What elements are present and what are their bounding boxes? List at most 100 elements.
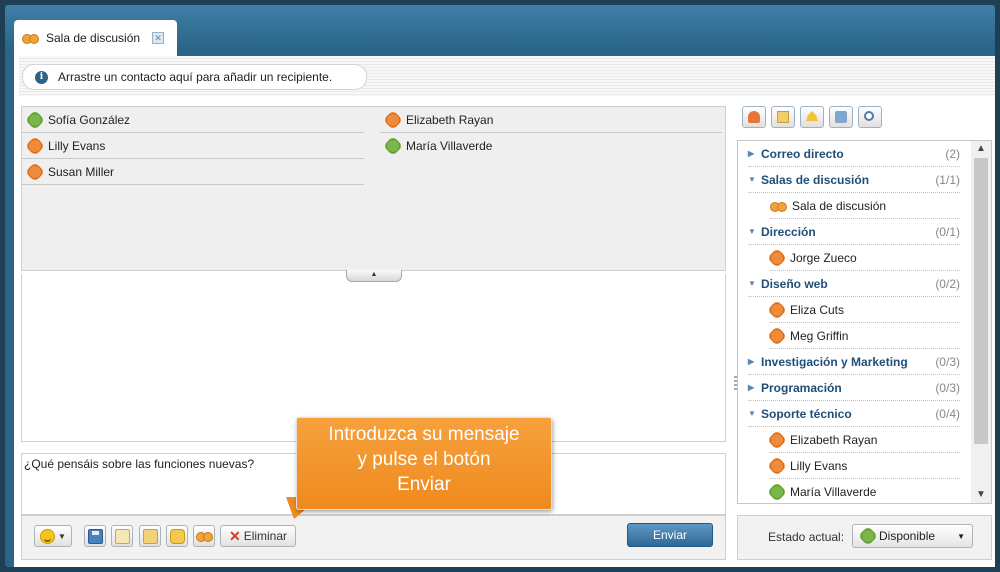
contact-name: Jorge Zueco — [790, 250, 857, 265]
search-icon — [864, 111, 874, 121]
recipient-name: Lilly Evans — [48, 138, 106, 153]
chevron-down-icon: ▼ — [957, 531, 965, 541]
main-content: i Arrastre un contacto aquí para añadir … — [14, 56, 995, 567]
instruction-callout: Introduzca su mensaje y pulse el botón E… — [296, 417, 552, 510]
group-count: (0/3) — [935, 380, 960, 395]
emoticon-button[interactable]: ▼ — [34, 525, 72, 547]
recipient-item[interactable]: Elizabeth Rayan — [380, 107, 722, 133]
group-count: (0/2) — [935, 276, 960, 291]
expand-arrow-icon: ▶ — [748, 357, 755, 366]
send-button[interactable]: Enviar — [627, 523, 713, 547]
list-item[interactable]: Sala de discusión — [770, 193, 960, 219]
group-label: Soporte técnico — [761, 406, 852, 421]
attach-file-button[interactable] — [139, 525, 161, 547]
recipient-item[interactable]: Lilly Evans — [22, 133, 364, 159]
file-icon — [142, 528, 158, 544]
list-item[interactable]: Elizabeth Rayan — [770, 427, 960, 453]
available-status-icon — [770, 485, 784, 499]
collapse-arrow-icon: ▼ — [748, 279, 756, 288]
collapse-arrow-icon: ▼ — [748, 175, 756, 184]
notifications-button[interactable] — [800, 106, 824, 128]
group-programacion[interactable]: ▶ Programación (0/3) — [748, 375, 960, 401]
list-item[interactable]: Jorge Zueco — [770, 245, 960, 271]
recipients-panel[interactable]: Sofía González Elizabeth Rayan Lilly Eva… — [21, 106, 726, 271]
scroll-thumb[interactable] — [974, 158, 988, 444]
scroll-down-icon[interactable]: ▼ — [971, 487, 991, 503]
list-item[interactable]: Eliza Cuts — [770, 297, 960, 323]
smiley-icon — [40, 528, 56, 544]
recipient-item[interactable]: Susan Miller — [22, 159, 364, 185]
away-status-icon — [770, 459, 784, 473]
away-status-icon — [770, 433, 784, 447]
group-soporte-tecnico[interactable]: ▼ Soporte técnico (0/4) — [748, 401, 960, 427]
delete-label: Eliminar — [243, 529, 288, 543]
available-status-icon — [28, 113, 42, 127]
callout-line: Introduzca su mensaje — [328, 424, 520, 445]
chat-room-icon — [22, 31, 39, 45]
status-value: Disponible — [879, 529, 936, 543]
away-status-icon — [770, 303, 784, 317]
callout-line: y pulse el botón — [357, 449, 491, 470]
group-salas-de-discusion[interactable]: ▼ Salas de discusión (1/1) — [748, 167, 960, 193]
group-label: Salas de discusión — [761, 172, 870, 187]
info-icon: i — [35, 70, 48, 84]
address-book-button[interactable] — [771, 106, 795, 128]
status-select[interactable]: Disponible ▼ — [852, 524, 973, 548]
search-button[interactable] — [858, 106, 882, 128]
expand-arrow-icon: ▶ — [748, 149, 755, 158]
contacts-scrollbar[interactable]: ▲ ▼ — [971, 141, 991, 503]
speech-bubbles-icon — [169, 528, 185, 544]
recipient-item[interactable]: Sofía González — [22, 107, 364, 133]
callout-line: Enviar — [397, 474, 451, 495]
away-status-icon — [28, 165, 42, 179]
contacts-tree[interactable]: ▶ Correo directo (2) ▼ Salas de discusió… — [737, 140, 992, 504]
group-investigacion-marketing[interactable]: ▶ Investigación y Marketing (0/3) — [748, 349, 960, 375]
away-status-icon — [770, 251, 784, 265]
contact-name: Sala de discusión — [792, 198, 887, 213]
recipient-item[interactable]: María Villaverde — [380, 133, 722, 159]
chat-icon — [835, 111, 847, 123]
contact-name: Eliza Cuts — [790, 302, 845, 317]
recipient-name: Sofía González — [48, 112, 131, 127]
group-count: (0/3) — [935, 354, 960, 369]
collapse-arrow-icon: ▼ — [748, 227, 756, 236]
contact-name: Elizabeth Rayan — [790, 432, 878, 447]
group-button[interactable] — [193, 525, 215, 547]
address-book-icon — [777, 111, 789, 123]
recipient-name: Elizabeth Rayan — [406, 112, 494, 127]
away-status-icon — [386, 113, 400, 127]
conversations-button[interactable] — [166, 525, 188, 547]
group-label: Diseño web — [761, 276, 828, 291]
group-diseno-web[interactable]: ▼ Diseño web (0/2) — [748, 271, 960, 297]
list-item[interactable]: María Villaverde — [770, 479, 960, 503]
available-status-icon — [861, 529, 875, 543]
group-correo-directo[interactable]: ▶ Correo directo (2) — [748, 141, 960, 167]
window-frame: Sala de discusión ✕ i Arrastre un contac… — [5, 5, 995, 567]
collapse-recipients-button[interactable]: ▲ — [346, 270, 402, 282]
tab-chat-room[interactable]: Sala de discusión ✕ — [14, 20, 177, 56]
chat-button[interactable] — [829, 106, 853, 128]
expand-arrow-icon: ▶ — [748, 383, 755, 392]
scroll-up-icon[interactable]: ▲ — [971, 141, 991, 157]
contacts-button[interactable] — [742, 106, 766, 128]
group-label: Correo directo — [761, 146, 844, 161]
group-direccion[interactable]: ▼ Dirección (0/1) — [748, 219, 960, 245]
drop-hint: i Arrastre un contacto aquí para añadir … — [22, 64, 367, 90]
save-button[interactable] — [84, 525, 106, 547]
drop-hint-text: Arrastre un contacto aquí para añadir un… — [58, 70, 333, 84]
contact-name: María Villaverde — [790, 484, 877, 499]
delete-button[interactable]: ✕ Eliminar — [220, 525, 296, 547]
close-icon[interactable]: ✕ — [152, 32, 165, 44]
group-icon — [196, 529, 213, 543]
away-status-icon — [28, 139, 42, 153]
paste-button[interactable] — [111, 525, 133, 547]
recipient-name: Susan Miller — [48, 164, 115, 179]
contacts-toolbar — [742, 106, 882, 130]
presence-bar: Estado actual: Disponible ▼ — [737, 515, 992, 560]
status-label: Estado actual: — [768, 530, 845, 544]
tab-title: Sala de discusión — [46, 31, 141, 45]
group-count: (0/1) — [935, 224, 960, 239]
list-item[interactable]: Meg Griffin — [770, 323, 960, 349]
composer-toolbar: ▼ ✕ Eliminar Enviar — [21, 515, 726, 560]
list-item[interactable]: Lilly Evans — [770, 453, 960, 479]
